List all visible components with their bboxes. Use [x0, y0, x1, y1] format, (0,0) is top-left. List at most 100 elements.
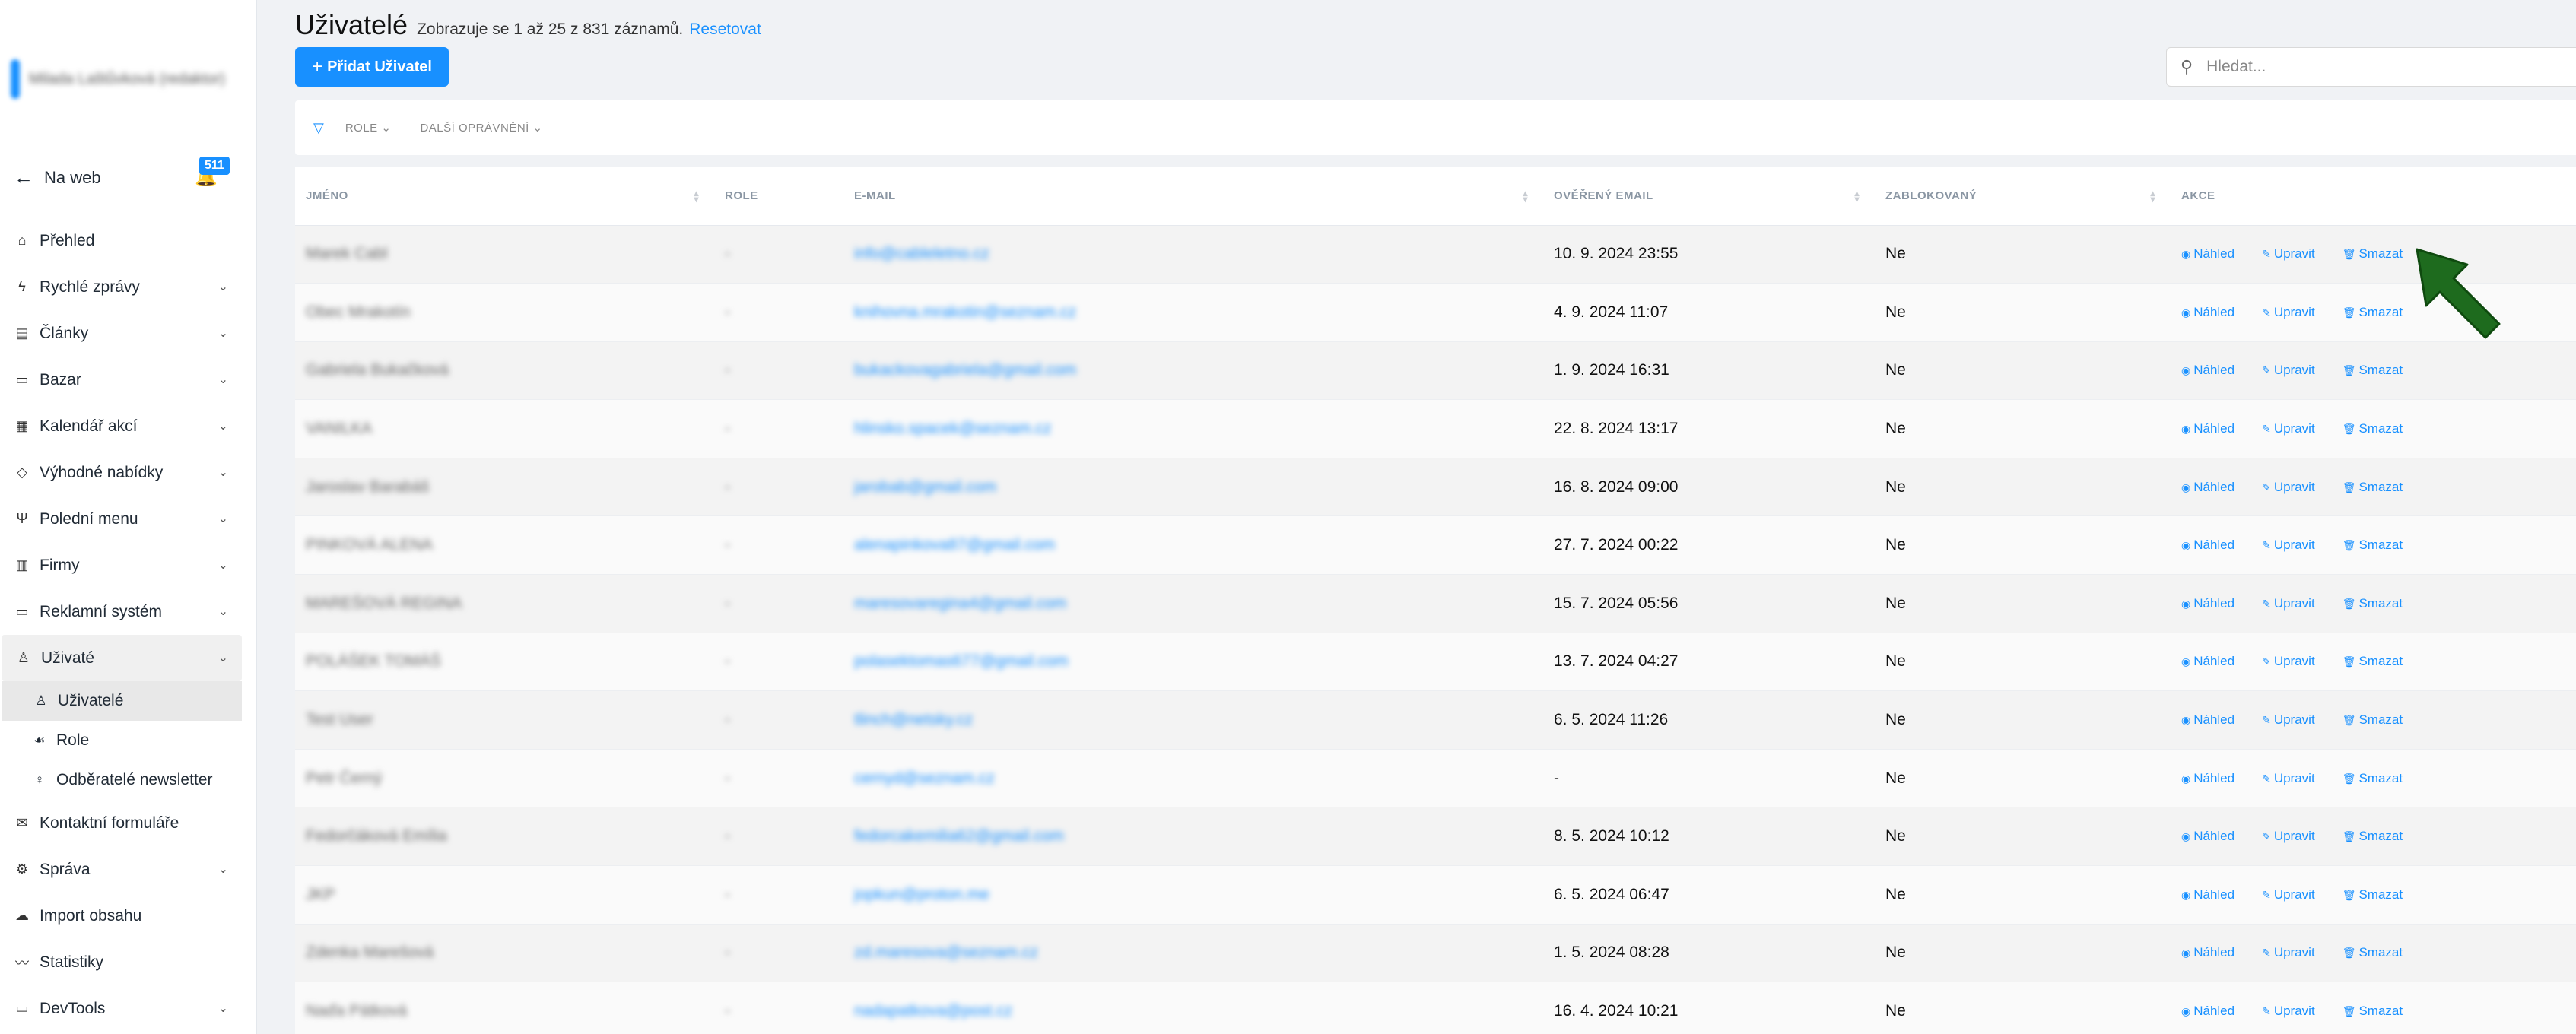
delete-link[interactable]: 🗑 Smazat	[2343, 538, 2416, 552]
col-email[interactable]: E-MAIL ▴ ▾	[843, 167, 1543, 226]
edit-link[interactable]: ✎ Upravit	[2262, 538, 2329, 552]
view-link[interactable]: ◉ Náhled	[2181, 480, 2248, 494]
sidebar-item-reklamni-system[interactable]: ▭ Reklamní systém ⌄	[0, 588, 242, 635]
edit-link[interactable]: ✎ Upravit	[2262, 596, 2329, 611]
email-link[interactable]: cernyd@seznam.cz	[854, 769, 995, 787]
table-row: POLÁŠEK TOMÁŠ - polasektomas677@gmail.com 1…	[295, 633, 2576, 692]
edit-link[interactable]: ✎ Upravit	[2262, 829, 2329, 843]
view-link[interactable]: ◉ Náhled	[2181, 945, 2248, 959]
delete-link[interactable]: 🗑 Smazat	[2343, 363, 2416, 377]
view-link[interactable]: ◉ Náhled	[2181, 421, 2248, 436]
email-link[interactable]: bukackovagabriela@gmail.com	[854, 361, 1076, 379]
sidebar-item-vyhodne-nabidky[interactable]: ◇ Výhodné nabídky ⌄	[0, 449, 242, 496]
delete-link[interactable]: 🗑 Smazat	[2343, 712, 2416, 727]
sidebar-item-rychle-zpravy[interactable]: ϟ Rychlé zprávy ⌄	[0, 264, 242, 310]
sidebar-item-kalendar[interactable]: ▦ Kalendář akcí ⌄	[0, 403, 242, 449]
edit-link[interactable]: ✎ Upravit	[2262, 246, 2329, 261]
view-link[interactable]: ◉ Náhled	[2181, 829, 2248, 843]
delete-link[interactable]: 🗑 Smazat	[2343, 596, 2416, 611]
delete-link[interactable]: 🗑 Smazat	[2343, 654, 2416, 668]
sidebar-item-devtools[interactable]: ▭ DevTools ⌄	[0, 985, 242, 1032]
sidebar-item-poledni-menu[interactable]: Ψ Polední menu ⌄	[0, 496, 242, 542]
email-link[interactable]: jopkun@proton.me	[854, 886, 989, 903]
view-link[interactable]: ◉ Náhled	[2181, 1004, 2248, 1018]
cell-blocked: Ne	[1875, 515, 2171, 576]
cell-actions: ◉ Náhled ✎ Upravit 🗑 Smazat	[2171, 574, 2576, 633]
email-link[interactable]: tlinch@netsky.cz	[854, 711, 973, 728]
sidebar-item-sprava[interactable]: ⚙ Správa ⌄	[0, 846, 242, 893]
view-link[interactable]: ◉ Náhled	[2181, 596, 2248, 611]
role-value: -	[725, 245, 730, 263]
edit-link[interactable]: ✎ Upravit	[2262, 363, 2329, 377]
col-name[interactable]: JMÉNO ▴ ▾	[295, 167, 714, 226]
chevron-down-icon: ⌄	[532, 122, 543, 135]
filter-role[interactable]: ROLE ⌄	[345, 121, 392, 135]
cell-blocked: Ne	[1875, 749, 2171, 808]
view-link[interactable]: ◉ Náhled	[2181, 771, 2248, 785]
sort-icon[interactable]: ▴ ▾	[694, 189, 699, 204]
edit-link[interactable]: ✎ Upravit	[2262, 771, 2329, 785]
sort-icon[interactable]: ▴ ▾	[1523, 189, 1528, 204]
view-link[interactable]: ◉ Náhled	[2181, 363, 2248, 377]
edit-link[interactable]: ✎ Upravit	[2262, 712, 2329, 727]
back-to-web-link[interactable]: ← Na web	[14, 166, 101, 189]
sidebar-subitem-newsletter[interactable]: ♀ Odběratelé newsletter	[0, 760, 242, 800]
sidebar-item-statistiky[interactable]: 〰 Statistiky	[0, 939, 242, 985]
edit-link[interactable]: ✎ Upravit	[2262, 480, 2329, 494]
edit-link[interactable]: ✎ Upravit	[2262, 654, 2329, 668]
email-link[interactable]: knihovna.mrakotin@seznam.cz	[854, 303, 1076, 321]
email-link[interactable]: jarobab@gmail.com	[854, 478, 996, 496]
eye-icon: ◉	[2181, 423, 2191, 436]
view-link[interactable]: ◉ Náhled	[2181, 305, 2248, 319]
sidebar-item-kontaktni-formulare[interactable]: ✉ Kontaktní formuláře	[0, 800, 242, 846]
sidebar-item-import-obsahu[interactable]: ☁ Import obsahu	[0, 893, 242, 939]
col-verified[interactable]: OVĚŘENÝ EMAIL ▴ ▾	[1543, 167, 1875, 226]
cell-actions: ◉ Náhled ✎ Upravit 🗑 Smazat	[2171, 690, 2576, 750]
edit-link[interactable]: ✎ Upravit	[2262, 1004, 2329, 1018]
filter-permissions[interactable]: DALŠÍ OPRÁVNĚNÍ ⌄	[420, 121, 542, 135]
email-link[interactable]: alenapinkova87@gmail.com	[854, 536, 1055, 553]
view-link[interactable]: ◉ Náhled	[2181, 538, 2248, 552]
view-link[interactable]: ◉ Náhled	[2181, 246, 2248, 261]
sidebar-item-uzivate[interactable]: ♙ Uživaté ⌄	[2, 635, 242, 681]
delete-link[interactable]: 🗑 Smazat	[2343, 829, 2416, 843]
sidebar-subitem-uzivatele[interactable]: ♙ Uživatelé	[2, 681, 242, 721]
cell-email: zd.maresova@seznam.cz	[843, 924, 1543, 983]
sidebar-item-firmy[interactable]: ▥ Firmy ⌄	[0, 542, 242, 588]
delete-link[interactable]: 🗑 Smazat	[2343, 421, 2416, 436]
delete-link[interactable]: 🗑 Smazat	[2343, 1004, 2416, 1018]
delete-link[interactable]: 🗑 Smazat	[2343, 887, 2416, 902]
sort-icon[interactable]: ▴ ▾	[1854, 189, 1860, 204]
user-profile[interactable]: Milada Laštůvková (redaktor)	[11, 56, 225, 102]
email-link[interactable]: zd.maresova@seznam.cz	[854, 944, 1038, 961]
sidebar-subitem-role[interactable]: ☙ Role	[0, 721, 242, 760]
sidebar-item-prehled[interactable]: ⌂ Přehled	[0, 217, 242, 264]
sidebar-item-bazar[interactable]: ▭ Bazar ⌄	[0, 357, 242, 403]
edit-link[interactable]: ✎ Upravit	[2262, 945, 2329, 959]
reset-link[interactable]: Resetovat	[689, 21, 761, 39]
email-link[interactable]: maresovaregina4@gmail.com	[854, 595, 1066, 612]
view-link[interactable]: ◉ Náhled	[2181, 887, 2248, 902]
col-blocked[interactable]: ZABLOKOVANÝ ▴ ▾	[1875, 167, 2171, 226]
sort-icon[interactable]: ▴ ▾	[2150, 189, 2155, 204]
email-link[interactable]: fedorcakemilia62@gmail.com	[854, 827, 1064, 845]
email-link[interactable]: info@cableletno.cz	[854, 245, 989, 262]
delete-link[interactable]: 🗑 Smazat	[2343, 480, 2416, 494]
delete-link[interactable]: 🗑 Smazat	[2343, 771, 2416, 785]
edit-link[interactable]: ✎ Upravit	[2262, 305, 2329, 319]
home-icon: ⌂	[17, 233, 27, 248]
search-input[interactable]	[2206, 58, 2511, 76]
view-link[interactable]: ◉ Náhled	[2181, 654, 2248, 668]
edit-link[interactable]: ✎ Upravit	[2262, 887, 2329, 902]
view-link[interactable]: ◉ Náhled	[2181, 712, 2248, 727]
email-link[interactable]: polasektomas677@gmail.com	[854, 652, 1069, 670]
edit-label: Upravit	[2273, 595, 2315, 611]
email-link[interactable]: hlinsko.spacek@seznam.cz	[854, 420, 1051, 437]
filter-icon[interactable]: ▽	[313, 120, 324, 136]
edit-link[interactable]: ✎ Upravit	[2262, 421, 2329, 436]
delete-link[interactable]: 🗑 Smazat	[2343, 945, 2416, 959]
search-box[interactable]: ⚲	[2166, 47, 2576, 87]
email-link[interactable]: nadapatkova@post.cz	[854, 1002, 1012, 1020]
sidebar-item-clanky[interactable]: ▤ Články ⌄	[0, 310, 242, 357]
add-user-button[interactable]: + Přidat Uživatel	[295, 47, 449, 87]
